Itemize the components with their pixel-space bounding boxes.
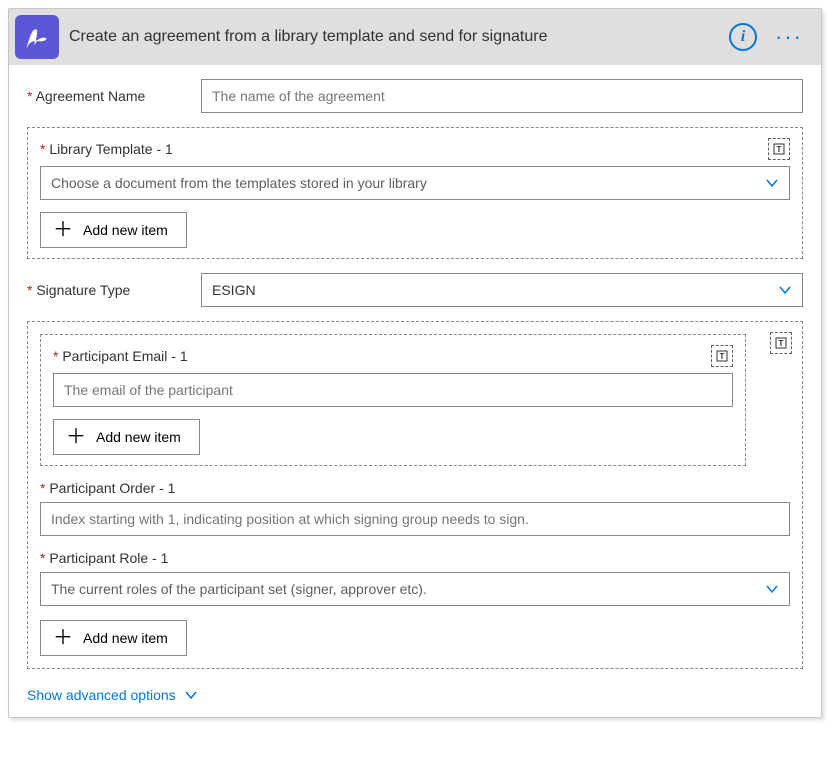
svg-text:T: T bbox=[777, 145, 782, 154]
participants-group: T * Participant Email - 1 T ＋ Add new it… bbox=[27, 321, 803, 669]
add-participant-email-button[interactable]: ＋ Add new item bbox=[53, 419, 200, 455]
plus-icon: ＋ bbox=[53, 220, 73, 240]
array-mode-toggle-icon[interactable]: T bbox=[770, 332, 792, 354]
signature-type-label: * Signature Type bbox=[27, 282, 187, 298]
plus-icon: ＋ bbox=[53, 628, 73, 648]
chevron-down-icon bbox=[765, 582, 779, 596]
adobe-acrobat-icon bbox=[15, 15, 59, 59]
participant-role-select[interactable]: The current roles of the participant set… bbox=[40, 572, 790, 606]
add-participant-email-label: Add new item bbox=[96, 429, 181, 445]
add-library-template-button[interactable]: ＋ Add new item bbox=[40, 212, 187, 248]
participant-role-block: * Participant Role - 1 The current roles… bbox=[40, 550, 790, 606]
signature-type-value: ESIGN bbox=[212, 282, 256, 298]
svg-text:T: T bbox=[779, 339, 784, 348]
advanced-options-label: Show advanced options bbox=[27, 687, 176, 703]
info-button[interactable]: i bbox=[729, 23, 757, 51]
participant-role-placeholder: The current roles of the participant set… bbox=[51, 581, 427, 597]
card-title: Create an agreement from a library templ… bbox=[69, 28, 719, 46]
svg-text:T: T bbox=[720, 352, 725, 361]
participant-order-input[interactable] bbox=[40, 502, 790, 536]
action-card: Create an agreement from a library templ… bbox=[8, 8, 822, 718]
participant-email-label: * Participant Email - 1 bbox=[53, 348, 188, 364]
show-advanced-options-link[interactable]: Show advanced options bbox=[27, 685, 198, 705]
library-template-label: * Library Template - 1 bbox=[40, 141, 173, 157]
agreement-name-row: * Agreement Name bbox=[27, 79, 803, 113]
card-body: * Agreement Name * Library Template - 1 … bbox=[9, 65, 821, 717]
library-template-group: * Library Template - 1 T Choose a docume… bbox=[27, 127, 803, 259]
chevron-down-icon bbox=[778, 283, 792, 297]
agreement-name-input[interactable] bbox=[201, 79, 803, 113]
library-template-placeholder: Choose a document from the templates sto… bbox=[51, 175, 427, 191]
more-options-button[interactable]: ··· bbox=[767, 24, 811, 50]
signature-type-row: * Signature Type ESIGN bbox=[27, 273, 803, 307]
agreement-name-label: * Agreement Name bbox=[27, 88, 187, 104]
participant-order-label: * Participant Order - 1 bbox=[40, 480, 790, 496]
plus-icon: ＋ bbox=[66, 427, 86, 447]
participant-email-group: * Participant Email - 1 T ＋ Add new item bbox=[40, 334, 746, 466]
chevron-down-icon bbox=[765, 176, 779, 190]
library-template-select[interactable]: Choose a document from the templates sto… bbox=[40, 166, 790, 200]
card-header: Create an agreement from a library templ… bbox=[9, 9, 821, 65]
participant-role-label: * Participant Role - 1 bbox=[40, 550, 790, 566]
participant-email-input[interactable] bbox=[53, 373, 733, 407]
add-participant-button[interactable]: ＋ Add new item bbox=[40, 620, 187, 656]
signature-type-select[interactable]: ESIGN bbox=[201, 273, 803, 307]
add-participant-label: Add new item bbox=[83, 630, 168, 646]
participant-order-block: * Participant Order - 1 bbox=[40, 480, 790, 536]
array-mode-toggle-icon[interactable]: T bbox=[711, 345, 733, 367]
chevron-down-icon bbox=[184, 688, 198, 702]
array-mode-toggle-icon[interactable]: T bbox=[768, 138, 790, 160]
add-library-template-label: Add new item bbox=[83, 222, 168, 238]
